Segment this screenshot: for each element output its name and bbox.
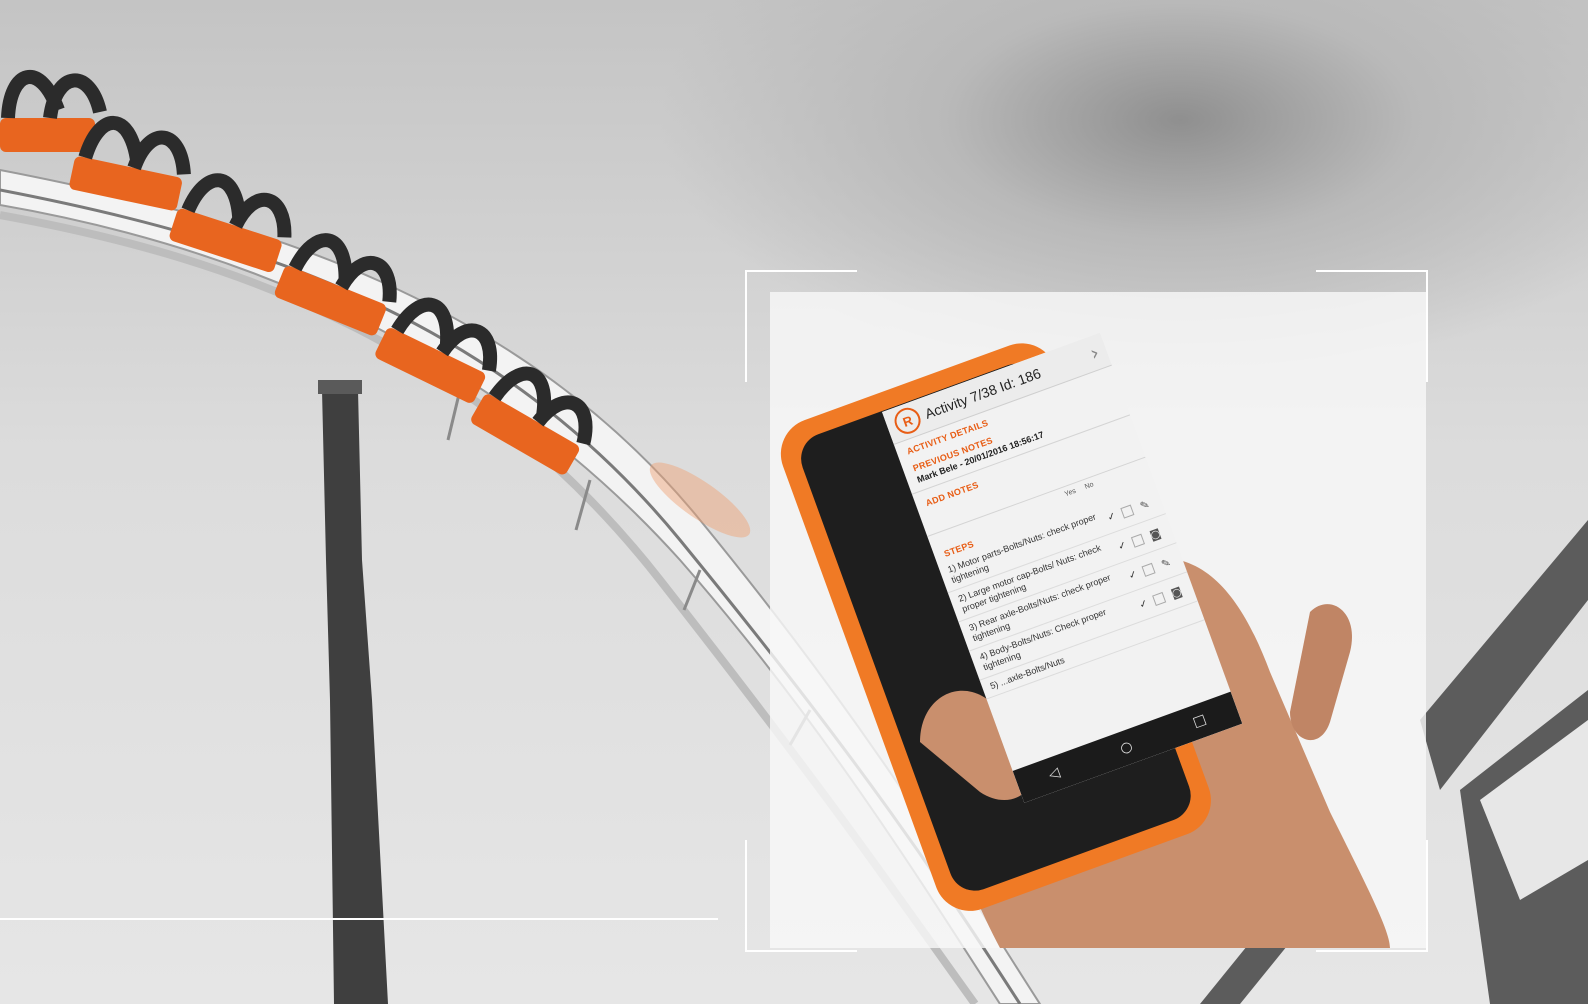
pencil-icon[interactable]: ✎ [1155,554,1176,572]
no-checkbox[interactable] [1120,504,1135,519]
camera-icon[interactable]: ◙ [1166,583,1187,601]
no-checkbox[interactable] [1130,533,1145,548]
check-icon[interactable]: ✓ [1124,567,1141,582]
chevron-right-icon[interactable]: › [1087,340,1103,365]
back-triangle-icon[interactable]: ◁ [1046,765,1062,784]
no-checkbox[interactable] [1141,562,1156,577]
check-icon[interactable]: ✓ [1114,538,1131,553]
camera-icon[interactable]: ◙ [1144,525,1165,543]
home-circle-icon[interactable]: ○ [1118,738,1135,757]
app-logo: R [890,404,925,438]
pole-collar [318,380,362,394]
inset-photo-panel: R Activity 7/38 Id: 186 › ACTIVITY DETAI… [770,292,1426,948]
recent-square-icon[interactable]: □ [1191,711,1209,731]
photo-scene: R Activity 7/38 Id: 186 › ACTIVITY DETAI… [0,0,1588,1004]
check-icon[interactable]: ✓ [1135,597,1152,612]
coaster-support-pole [322,390,388,1004]
check-icon[interactable]: ✓ [1103,509,1120,524]
fingers [1290,604,1352,741]
no-checkbox[interactable] [1151,591,1167,606]
pencil-icon[interactable]: ✎ [1134,496,1155,514]
coaster-cars [0,70,593,475]
